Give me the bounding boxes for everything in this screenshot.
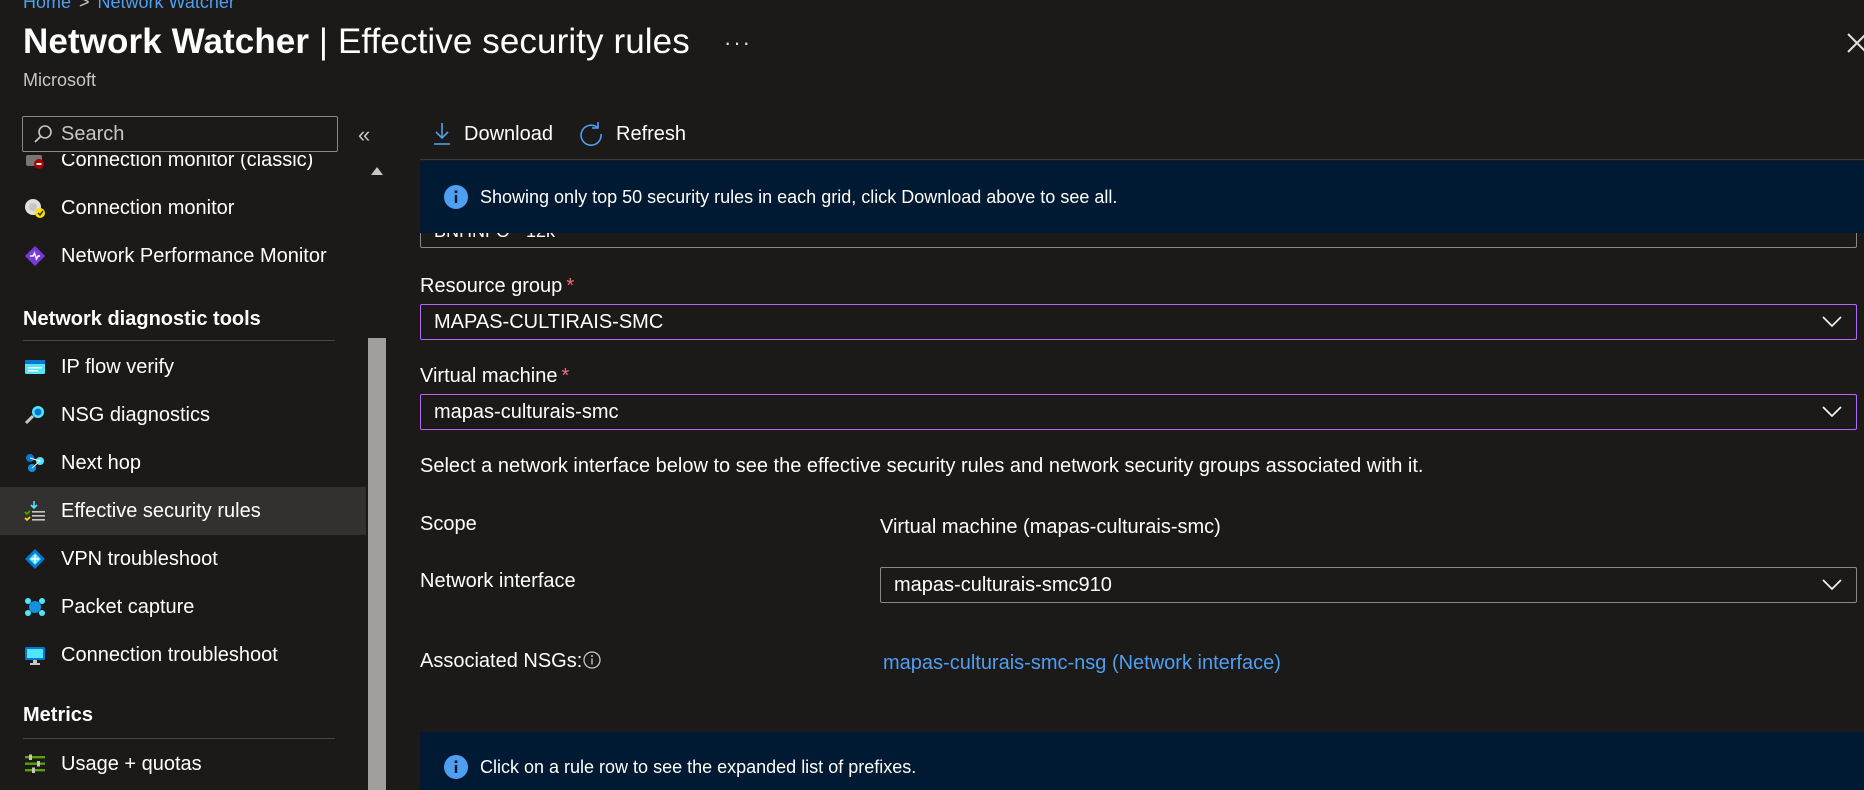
breadcrumb-home-link[interactable]: Home [23, 0, 71, 12]
chevron-down-icon [1822, 316, 1842, 328]
sidebar-item-label: Connection monitor [61, 196, 235, 219]
section-heading-diagnostic-tools: Network diagnostic tools [23, 308, 261, 330]
resource-group-label: Resource group * [420, 275, 574, 298]
page-title: Network Watcher | Effective security rul… [23, 22, 690, 62]
sidebar-item-label: VPN troubleshoot [61, 547, 218, 570]
connection-monitor-icon [23, 196, 47, 220]
sidebar-nav: Connection monitor (classic) Connection … [0, 154, 366, 790]
info-banner-text: Click on a rule row to see the expanded … [480, 756, 917, 777]
info-banner-top: Showing only top 50 security rules in ea… [420, 161, 1864, 233]
associated-nsgs-label: Associated NSGs: [420, 650, 583, 672]
page-title-service: Network Watcher [23, 22, 310, 61]
search-input[interactable] [61, 122, 331, 146]
nic-description: Select a network interface below to see … [420, 455, 1424, 477]
refresh-icon [580, 122, 602, 146]
vm-label-text: Virtual machine [420, 365, 558, 387]
breadcrumb-separator: > [79, 0, 90, 12]
scope-value: Virtual machine (mapas-culturais-smc) [880, 516, 1221, 538]
info-banner-bottom: Click on a rule row to see the expanded … [420, 732, 1864, 790]
scrollbar-thumb[interactable] [368, 338, 386, 790]
required-mark: * [561, 365, 570, 387]
close-icon[interactable] [1842, 28, 1864, 58]
sidebar-item-effective-security-rules[interactable]: Effective security rules [0, 487, 366, 535]
section-heading-metrics: Metrics [23, 704, 94, 726]
sidebar-item-label: IP flow verify [61, 355, 174, 378]
sidebar-item-usage-quotas[interactable]: Usage + quotas [0, 740, 366, 788]
sidebar-item-label: Next hop [61, 451, 142, 474]
info-banner-text: Showing only top 50 security rules in ea… [480, 186, 1118, 207]
download-icon [434, 123, 450, 145]
sidebar-item-label: Network Performance Monitor [61, 244, 327, 267]
sidebar-item-label: NSG diagnostics [61, 403, 210, 426]
nsg-diagnostics-icon [23, 403, 47, 427]
refresh-button[interactable]: Refresh [578, 116, 686, 152]
section-divider [23, 340, 335, 341]
network-interface-value: mapas-culturais-smc910 [894, 573, 1112, 596]
page-title-separator: | [309, 22, 338, 61]
section-divider [23, 738, 335, 739]
sidebar-item-label: Connection troubleshoot [61, 643, 278, 666]
ip-flow-verify-icon [23, 355, 47, 379]
chevron-down-icon [1822, 406, 1842, 418]
sidebar-item-next-hop[interactable]: Next hop [0, 439, 366, 487]
effective-security-rules-icon [23, 499, 47, 523]
sidebar-item-nsg-diagnostics[interactable]: NSG diagnostics [0, 391, 366, 439]
sidebar-item-label: Packet capture [61, 595, 195, 618]
network-performance-monitor-icon [23, 244, 47, 268]
toolbar-divider [420, 159, 1864, 160]
resource-group-label-text: Resource group [420, 275, 563, 297]
info-icon [444, 185, 468, 209]
collapse-sidebar-button[interactable]: « [358, 122, 370, 148]
refresh-label: Refresh [616, 122, 687, 145]
virtual-machine-select[interactable]: mapas-culturais-smc [420, 394, 1857, 430]
more-options-button[interactable]: ··· [724, 30, 752, 56]
download-label: Download [464, 122, 553, 145]
vpn-troubleshoot-icon [23, 547, 47, 571]
info-tooltip-icon[interactable] [582, 650, 602, 670]
sidebar-item-ip-flow-verify[interactable]: IP flow verify [0, 343, 366, 391]
usage-quotas-icon [23, 752, 47, 776]
chevron-down-icon [1822, 579, 1842, 591]
vm-label: Virtual machine * [420, 365, 569, 388]
search-icon [34, 125, 52, 143]
packet-capture-icon [23, 595, 47, 619]
sidebar-item-label: Connection monitor (classic) [61, 154, 314, 171]
resource-group-select[interactable]: MAPAS-CULTIRAIS-SMC [420, 304, 1857, 340]
required-mark: * [566, 275, 575, 297]
sidebar-item-connection-troubleshoot[interactable]: Connection troubleshoot [0, 631, 366, 679]
breadcrumb: Home > Network Watcher [23, 0, 235, 13]
sidebar-item-label: Usage + quotas [61, 752, 202, 775]
sidebar-item-packet-capture[interactable]: Packet capture [0, 583, 366, 631]
connection-troubleshoot-icon [23, 643, 47, 667]
resource-group-value: MAPAS-CULTIRAIS-SMC [434, 310, 664, 333]
page-title-blade: Effective security rules [337, 22, 690, 61]
virtual-machine-value: mapas-culturais-smc [434, 400, 619, 423]
sidebar-item-network-performance-monitor[interactable]: Network Performance Monitor [0, 232, 366, 280]
sidebar-item-vpn-troubleshoot[interactable]: VPN troubleshoot [0, 535, 366, 583]
connection-monitor-classic-icon [23, 154, 47, 172]
breadcrumb-current-link[interactable]: Network Watcher [98, 0, 235, 12]
info-icon [444, 755, 468, 779]
download-button[interactable]: Download [432, 116, 553, 152]
page-subtitle: Microsoft [23, 70, 97, 90]
network-interface-select[interactable]: mapas-culturais-smc910 [880, 567, 1857, 603]
sidebar-item-label: Effective security rules [61, 499, 261, 522]
sidebar-search[interactable] [22, 116, 338, 152]
sidebar-item-connection-monitor-classic[interactable]: Connection monitor (classic) [0, 154, 366, 184]
scope-label: Scope [420, 513, 477, 535]
sidebar-item-connection-monitor[interactable]: Connection monitor [0, 184, 366, 232]
scroll-up-arrow-icon[interactable] [366, 160, 388, 182]
next-hop-icon [23, 451, 47, 475]
nsg-link[interactable]: mapas-culturais-smc-nsg (Network interfa… [883, 652, 1281, 675]
network-interface-label: Network interface [420, 570, 576, 592]
